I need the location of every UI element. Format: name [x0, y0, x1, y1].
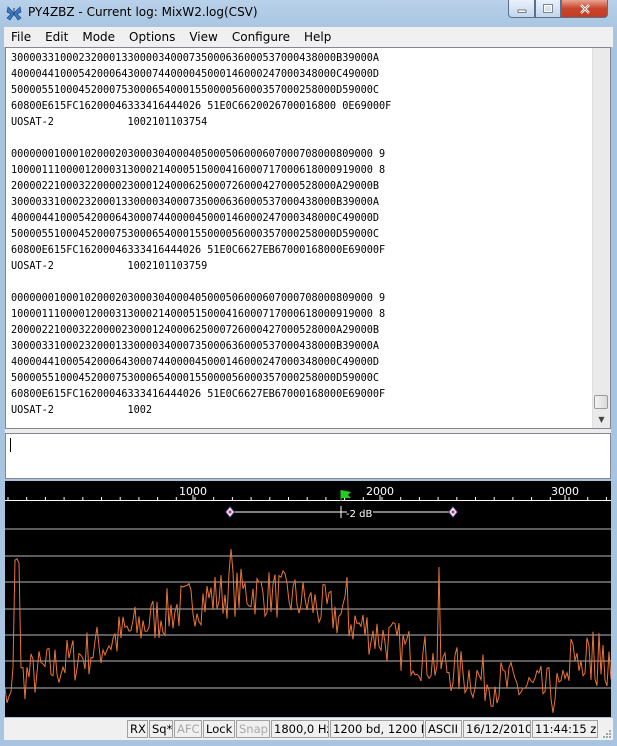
log-line: 1000011100001200031300021400051500041600…	[11, 165, 386, 176]
log-line: 3000033100023200013300003400073500063600…	[11, 197, 380, 208]
log-line: UOSAT-2 1002101103759	[11, 261, 208, 272]
log-line: 3000033100023200013300003400073500063600…	[11, 341, 380, 352]
maximize-button[interactable]	[535, 0, 561, 18]
log-line: 5000055100045200075300065400015500005600…	[11, 229, 380, 240]
maximize-icon	[543, 3, 553, 13]
minimize-button[interactable]	[508, 0, 535, 18]
scale-label-2000: 2000	[366, 485, 394, 498]
status-date: 16/12/2010	[463, 720, 531, 738]
log-line: 60800E615FC16200046333416444026 51E0C662…	[11, 245, 386, 256]
log-line: 60800E615FC16200046333416444026 51E0C662…	[11, 101, 392, 112]
log-line: 1000011100001200031300021400051500041600…	[11, 309, 386, 320]
status-squelch[interactable]: Sq*	[149, 720, 173, 738]
log-line: UOSAT-2 1002	[11, 405, 153, 416]
log-line: 3000033100023200013300003400073500063600…	[11, 53, 380, 64]
log-line: 5000055100045200075300065400015500005600…	[11, 373, 380, 384]
log-line: 4000044100054200064300074400004500014600…	[11, 69, 380, 80]
marker-level-label: -2 dB	[346, 509, 372, 520]
log-line: UOSAT-2 1002101103754	[11, 117, 208, 128]
butterfly-app-icon	[6, 6, 22, 21]
status-rx[interactable]: RX	[127, 720, 148, 738]
log-line: 2000022100032200002300012400062500072600…	[11, 181, 380, 192]
menu-configure[interactable]: Configure	[225, 30, 297, 44]
status-snap[interactable]: Snap	[236, 720, 270, 738]
log-line: 4000044100054200064300074400004500014600…	[11, 357, 380, 368]
status-baud-rate[interactable]: 1200 bd, 1200 Hz	[330, 720, 424, 738]
status-lock[interactable]: Lock	[203, 720, 235, 738]
scrollbar-thumb[interactable]	[594, 395, 608, 409]
log-line: 2000022100032200002300012400062500072600…	[11, 325, 380, 336]
menu-help[interactable]: Help	[297, 30, 338, 44]
log-line: 4000044100054200064300074400004500014600…	[11, 213, 380, 224]
menu-options[interactable]: Options	[122, 30, 182, 44]
scale-label-1000: 1000	[179, 485, 207, 498]
log-line: 0000000100010200020300030400040500050600…	[11, 293, 386, 304]
menu-view[interactable]: View	[182, 30, 224, 44]
bandwidth-marker[interactable]: -2 dB	[225, 506, 458, 520]
resize-grip-icon[interactable]	[602, 729, 612, 739]
minimize-icon	[517, 9, 526, 13]
spectrum-grid	[5, 528, 611, 689]
menu-file[interactable]: File	[4, 30, 38, 44]
status-afc[interactable]: AFC	[174, 720, 202, 738]
status-charset[interactable]: ASCII	[425, 720, 462, 738]
text-caret	[10, 438, 11, 452]
menu-mode[interactable]: Mode	[75, 30, 122, 44]
title-bar[interactable]: PY4ZBZ - Current log: MixW2.log(CSV)	[0, 0, 617, 26]
menu-bar: File Edit Mode Options View Configure He…	[4, 27, 613, 47]
log-line: 0000000100010200020300030400040500050600…	[11, 149, 386, 160]
scroll-down-arrow-icon[interactable]: ▼	[593, 411, 610, 428]
window-title: PY4ZBZ - Current log: MixW2.log(CSV)	[28, 5, 258, 19]
main-window: PY4ZBZ - Current log: MixW2.log(CSV) Fil…	[0, 0, 617, 746]
receive-log-area[interactable]: 3000033100023200013300003400073500063600…	[5, 47, 611, 429]
spectrum-display[interactable]: 1000 2000 3000 -2 dB	[5, 481, 611, 717]
transmit-input-area[interactable]	[5, 433, 611, 479]
spectrum-svg[interactable]: 1000 2000 3000 -2 dB	[5, 481, 611, 717]
status-frequency[interactable]: 1800,0 Hz	[271, 720, 329, 738]
log-line: 60800E615FC16200046333416444026 51E0C662…	[11, 389, 386, 400]
status-bar: RX Sq* AFC Lock Snap 1800,0 Hz 1200 bd, …	[4, 718, 613, 740]
menu-edit[interactable]: Edit	[38, 30, 75, 44]
status-time: 11:44:15 z	[532, 720, 598, 738]
log-vertical-scrollbar[interactable]: ▼	[592, 48, 610, 428]
close-button[interactable]	[561, 0, 608, 18]
scale-label-3000: 3000	[551, 485, 579, 498]
receive-log-text[interactable]: 3000033100023200013300003400073500063600…	[11, 51, 591, 425]
log-line: 5000055100045200075300065400015500005600…	[11, 85, 380, 96]
close-icon	[579, 3, 590, 14]
